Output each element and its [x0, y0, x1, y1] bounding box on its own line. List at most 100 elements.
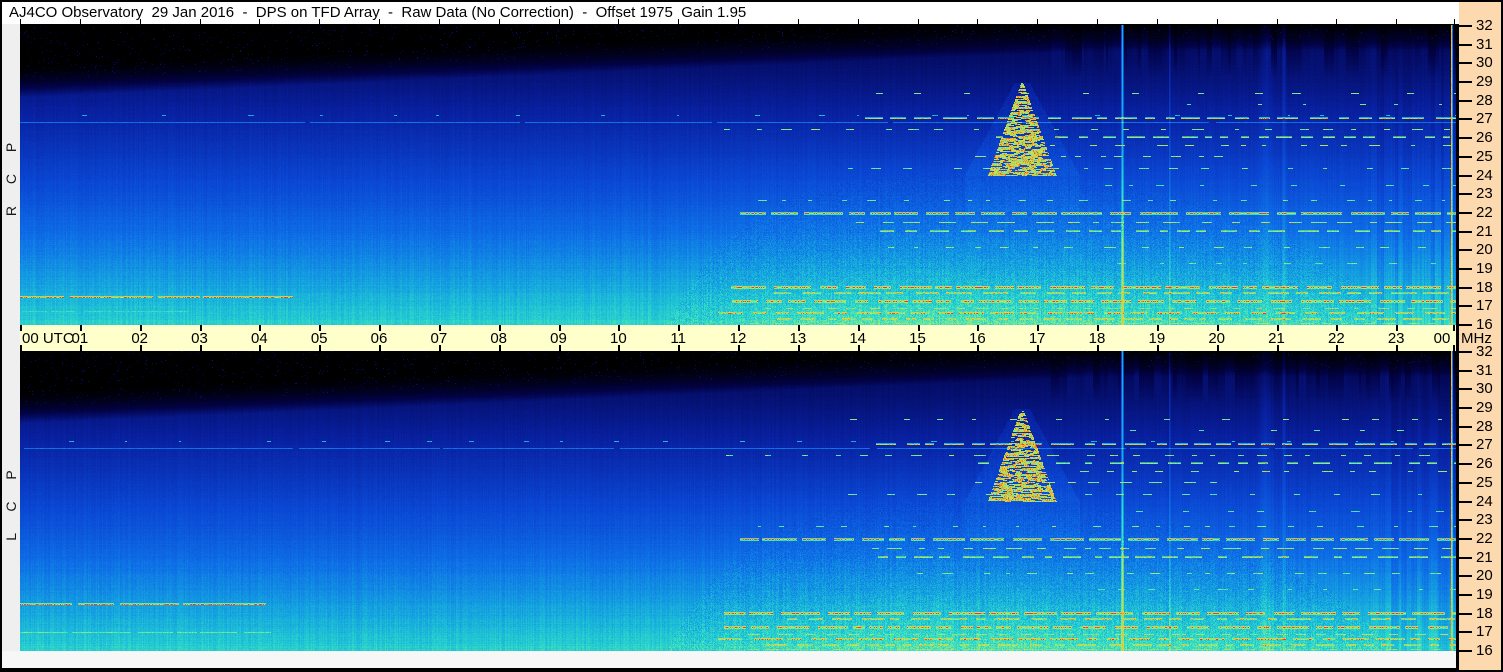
- rcp-spectrogram-canvas: [20, 25, 1456, 325]
- hour-label: 05: [310, 330, 328, 347]
- freq-tick: [1459, 81, 1472, 84]
- freq-tick: [1459, 593, 1472, 596]
- hour-label: 22: [1327, 330, 1345, 347]
- hour-tick: [379, 19, 380, 24]
- freq-tick: [1459, 519, 1472, 522]
- hour-label: 17: [1028, 330, 1046, 347]
- hour-tick: [558, 19, 560, 24]
- freq-tick: [1459, 537, 1472, 540]
- hour-tick: [199, 19, 201, 24]
- hour-tick: [917, 19, 919, 24]
- freq-label: 27: [1476, 110, 1493, 128]
- hour-tick: [1037, 19, 1039, 24]
- freq-tick: [1459, 62, 1472, 65]
- freq-label: 17: [1476, 623, 1493, 641]
- freq-label: 22: [1476, 203, 1493, 221]
- hour-label: 18: [1088, 330, 1106, 347]
- freq-label: 31: [1476, 35, 1493, 53]
- hour-label: 06: [370, 330, 388, 347]
- freq-label: 31: [1476, 361, 1493, 379]
- freq-label: 24: [1476, 492, 1493, 510]
- hour-tick: [438, 19, 440, 24]
- hour-tick: [678, 19, 680, 24]
- hour-tick: [498, 19, 500, 24]
- hour-tick: [79, 19, 81, 24]
- freq-tick: [1459, 286, 1472, 289]
- freq-tick: [1459, 324, 1472, 326]
- freq-tick: [1459, 407, 1472, 410]
- hour-tick: [139, 19, 141, 24]
- freq-tick: [1459, 174, 1472, 177]
- frequency-axis-rail: 32 31 30 29 28 27 26 25 24 23 22 21 20 19 18 17 16 32 31 30…: [1459, 2, 1501, 670]
- hour-label: 04: [250, 330, 268, 347]
- hour-tick: [977, 19, 979, 24]
- freq-tick: [1459, 388, 1472, 391]
- hour-label: 02: [131, 330, 148, 347]
- freq-label: 28: [1476, 91, 1493, 109]
- lcp-label-area: L C P: [2, 351, 20, 651]
- hour-label: 00 UTC: [22, 330, 74, 347]
- hour-label: 23: [1387, 330, 1405, 347]
- freq-label: 32: [1476, 17, 1493, 34]
- freq-tick: [1459, 25, 1472, 27]
- freq-tick: [1459, 137, 1472, 140]
- hour-tick: [1453, 325, 1455, 331]
- hour-label: 20: [1208, 330, 1225, 347]
- freq-tick: [1459, 463, 1472, 466]
- hour-tick: [1276, 19, 1278, 24]
- freq-label: 16: [1476, 642, 1493, 659]
- freq-label: 21: [1476, 548, 1493, 566]
- freq-tick: [1459, 99, 1472, 102]
- freq-tick: [1459, 575, 1472, 578]
- hour-label: 09: [550, 330, 567, 347]
- hour-label: 03: [191, 330, 208, 347]
- freq-label: 22: [1476, 529, 1493, 547]
- hour-label: 12: [729, 330, 747, 347]
- hour-label: 10: [609, 330, 627, 347]
- hour-tick: [857, 19, 859, 24]
- hour-label: 21: [1268, 330, 1285, 347]
- freq-tick: [1459, 267, 1472, 270]
- freq-label: 24: [1476, 166, 1493, 184]
- hour-tick: [1336, 19, 1338, 24]
- hour-tick: [797, 19, 799, 24]
- hour-tick: [1097, 19, 1098, 24]
- freq-label: 29: [1476, 399, 1493, 417]
- freq-tick: [1459, 305, 1472, 308]
- freq-label: 20: [1476, 567, 1493, 585]
- bottom-margin-strip: [2, 651, 1456, 668]
- time-axis-band: 00 UTC 01 02 03 04 05 06 07 08 09 10 11 12 13 14 15 16 17…: [20, 325, 1456, 351]
- hour-tick: [319, 19, 321, 24]
- freq-tick: [1459, 500, 1472, 503]
- hour-label: 13: [789, 330, 807, 347]
- freq-label: 26: [1476, 455, 1493, 473]
- rcp-panel-label: R C P: [3, 133, 19, 217]
- rcp-label-area: R C P: [2, 25, 20, 325]
- freq-tick: [1459, 43, 1472, 46]
- freq-tick: [1459, 425, 1472, 428]
- top-hour-ticks: [20, 19, 1456, 24]
- freq-label: 21: [1476, 222, 1493, 240]
- freq-label: 23: [1476, 511, 1493, 529]
- freq-tick: [1459, 211, 1472, 214]
- mhz-unit-label: MHz: [1461, 330, 1492, 347]
- hour-label: 11: [670, 330, 686, 347]
- freq-tick: [1459, 249, 1472, 252]
- freq-label: 30: [1476, 54, 1493, 72]
- freq-label: 28: [1476, 417, 1493, 435]
- hour-tick: [1216, 19, 1218, 24]
- freq-tick: [1459, 230, 1472, 233]
- freq-label: 19: [1476, 585, 1493, 603]
- hour-tick: [1396, 19, 1398, 24]
- hour-label: 15: [909, 330, 926, 347]
- freq-tick: [1459, 118, 1472, 121]
- freq-label: 19: [1476, 259, 1493, 277]
- freq-tick: [1459, 556, 1472, 559]
- hour-label: 14: [849, 330, 866, 347]
- hour-label: 19: [1148, 330, 1166, 347]
- hour-label: 01: [71, 330, 89, 347]
- freq-label: 27: [1476, 436, 1493, 454]
- freq-tick: [1459, 444, 1472, 447]
- freq-label: 30: [1476, 380, 1493, 398]
- freq-tick: [1459, 369, 1472, 372]
